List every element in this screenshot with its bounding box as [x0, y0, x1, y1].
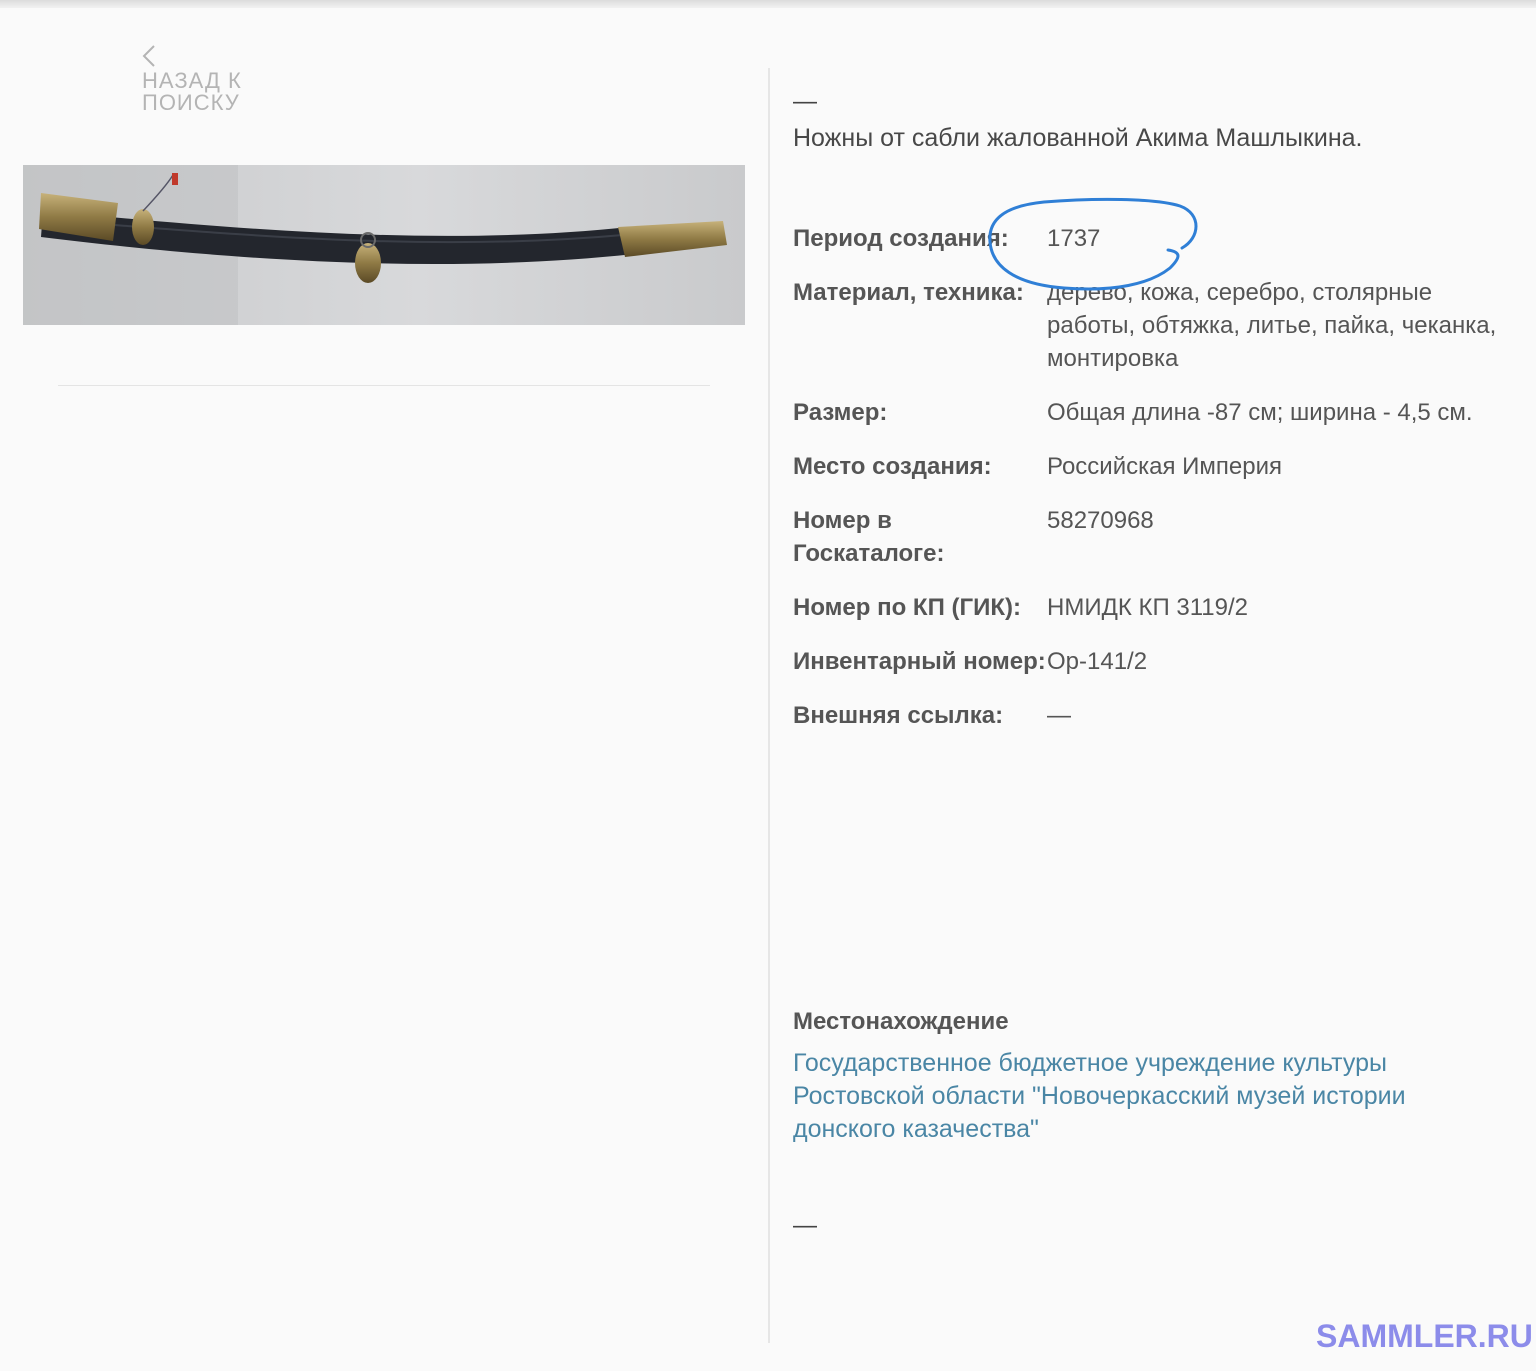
- title-dash: —: [793, 88, 817, 115]
- prop-external-link: Внешняя ссылка: —: [793, 699, 1513, 732]
- location-link[interactable]: Государственное бюджетное учреждение кул…: [793, 1047, 1513, 1146]
- photo-divider: [58, 385, 710, 386]
- column-divider: [768, 68, 770, 1343]
- prop-label: Инвентарный номер:: [793, 648, 1046, 675]
- prop-value: Общая длина -87 см; ширина - 4,5 см.: [1047, 399, 1473, 426]
- footer-dash: —: [793, 1212, 817, 1239]
- annotation-circle: [988, 197, 1198, 291]
- prop-label: Номер в Госкаталоге:: [793, 507, 945, 567]
- prop-value: Ор-141/2: [1047, 648, 1148, 675]
- prop-place: Место создания: Российская Империя: [793, 450, 1513, 483]
- back-to-search-link[interactable]: НАЗАД К ПОИСКУ: [142, 44, 282, 114]
- object-photo[interactable]: [23, 165, 745, 325]
- prop-goscatalog: Номер в Госкаталоге: 58270968: [793, 504, 1513, 570]
- back-to-search-label: НАЗАД К ПОИСКУ: [142, 68, 242, 115]
- prop-value: Российская Империя: [1047, 453, 1282, 480]
- prop-label: Внешняя ссылка:: [793, 702, 1004, 729]
- location-heading: Местонахождение: [793, 1008, 1009, 1035]
- prop-label: Место создания:: [793, 453, 992, 480]
- prop-kp: Номер по КП (ГИК): НМИДК КП 3119/2: [793, 591, 1513, 624]
- prop-label: Размер:: [793, 399, 888, 426]
- object-title: Ножны от сабли жалованной Акима Машлыкин…: [793, 124, 1363, 152]
- prop-value: 58270968: [1047, 507, 1154, 534]
- prop-size: Размер: Общая длина -87 см; ширина - 4,5…: [793, 396, 1513, 429]
- prop-value: —: [1047, 702, 1071, 729]
- prop-label: Номер по КП (ГИК):: [793, 594, 1021, 621]
- chevron-left-icon: [142, 45, 155, 67]
- prop-value: НМИДК КП 3119/2: [1047, 594, 1248, 621]
- prop-inventory: Инвентарный номер: Ор-141/2: [793, 645, 1513, 678]
- object-properties: Период создания: 1737 Материал, техника:…: [793, 222, 1513, 753]
- top-rule: [0, 0, 1536, 8]
- watermark: SAMMLER.RU: [1316, 1318, 1533, 1354]
